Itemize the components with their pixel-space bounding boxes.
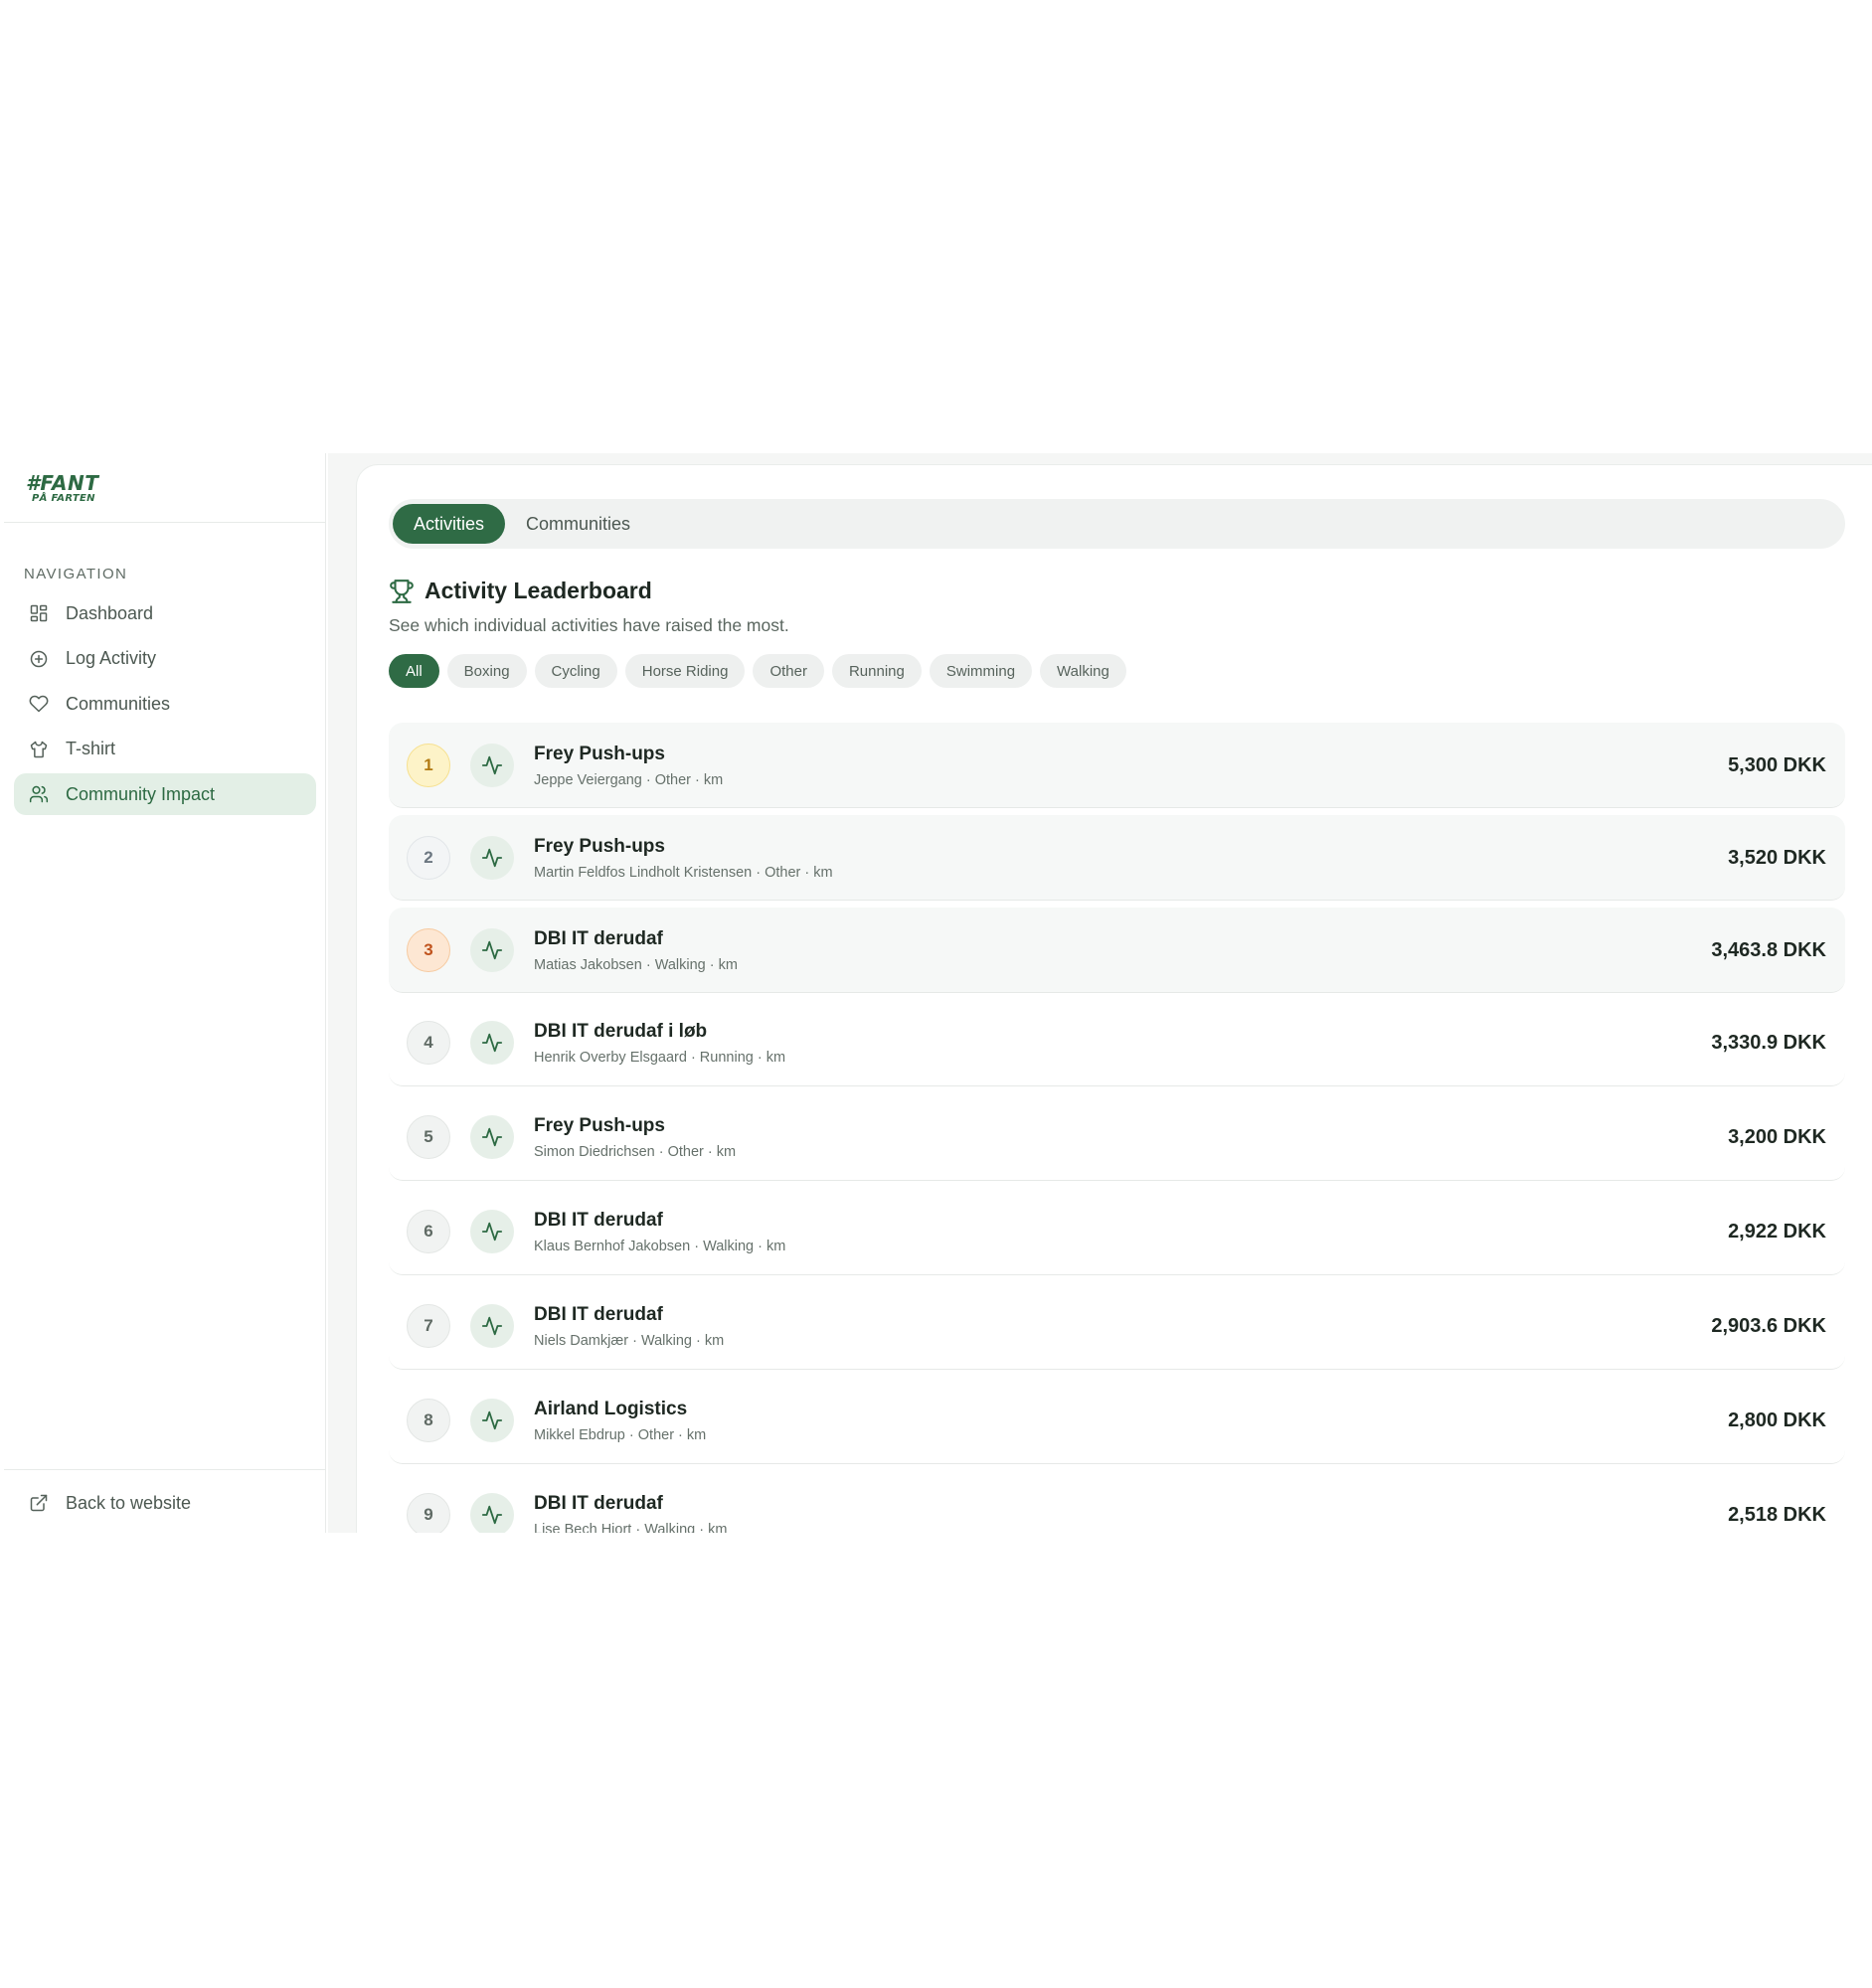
activity-amount: 2,800 DKK (1728, 1409, 1826, 1431)
activity-amount: 3,520 DKK (1728, 847, 1826, 869)
sidebar-item-label: Log Activity (66, 648, 157, 668)
activity-amount: 3,330.9 DKK (1711, 1032, 1826, 1054)
sidebar: #FANT PÅ FARTEN NAVIGATION Dashboard Log… (0, 453, 326, 1533)
sidebar-footer: Back to website (4, 1469, 326, 1533)
activity-icon (470, 1210, 514, 1253)
activity-title: DBI IT derudaf (534, 1493, 663, 1514)
activity-meta: Henrik Overby Elsgaard · Running · km (534, 1050, 786, 1066)
sidebar-item-communities[interactable]: Communities (14, 683, 316, 725)
activity-icon (470, 744, 514, 787)
activity-title: DBI IT derudaf i løb (534, 1021, 708, 1042)
logo-text: #FANT (26, 471, 99, 495)
shirt-icon (28, 739, 50, 760)
filter-chip-running[interactable]: Running (831, 654, 922, 688)
activity-title: Frey Push-ups (534, 1115, 665, 1136)
filter-chip-other[interactable]: Other (753, 654, 824, 688)
sidebar-item-community-impact[interactable]: Community Impact (14, 773, 316, 815)
leaderboard-row[interactable]: 5 Frey Push-ups Simon Diedrichsen · Othe… (389, 1094, 1845, 1181)
activity-amount: 2,922 DKK (1728, 1221, 1826, 1242)
activity-icon (470, 1115, 514, 1159)
dashboard-icon (28, 602, 50, 624)
activity-amount: 5,300 DKK (1728, 754, 1826, 776)
heart-icon (28, 693, 50, 715)
activity-title: Frey Push-ups (534, 744, 665, 764)
filter-chip-boxing[interactable]: Boxing (446, 654, 527, 688)
leaderboard-row[interactable]: 1 Frey Push-ups Jeppe Veiergang · Other … (389, 723, 1845, 808)
activity-icon (470, 1021, 514, 1065)
external-link-icon (28, 1492, 50, 1514)
activity-meta: Klaus Bernhof Jakobsen · Walking · km (534, 1239, 786, 1254)
nav-list: Dashboard Log Activity Communities T-shi… (14, 592, 316, 819)
logo-subtext: PÅ FARTEN (32, 493, 95, 504)
activity-meta: Martin Feldfos Lindholt Kristensen · Oth… (534, 865, 833, 881)
activity-title: DBI IT derudaf (534, 1210, 663, 1231)
plus-circle-icon (28, 648, 50, 670)
sidebar-item-log-activity[interactable]: Log Activity (14, 638, 316, 680)
activity-meta: Jeppe Veiergang · Other · km (534, 772, 724, 788)
users-icon (28, 783, 50, 805)
activity-icon (470, 1399, 514, 1442)
rank-badge: 6 (407, 1210, 450, 1253)
sidebar-item-label: Dashboard (66, 602, 154, 623)
rank-badge: 2 (407, 836, 450, 880)
filter-chip-all[interactable]: All (389, 654, 439, 688)
activity-amount: 3,463.8 DKK (1711, 939, 1826, 961)
filter-chip-swimming[interactable]: Swimming (929, 654, 1033, 688)
leaderboard-header: Activity Leaderboard (389, 578, 652, 604)
back-to-website-link[interactable]: Back to website (28, 1492, 191, 1514)
leaderboard-row[interactable]: 6 DBI IT derudaf Klaus Bernhof Jakobsen … (389, 1189, 1845, 1275)
leaderboard-row[interactable]: 3 DBI IT derudaf Matias Jakobsen · Walki… (389, 908, 1845, 993)
activity-icon (470, 1304, 514, 1348)
activity-meta: Simon Diedrichsen · Other · km (534, 1144, 737, 1160)
activity-meta: Matias Jakobsen · Walking · km (534, 957, 738, 973)
leaderboard-row[interactable]: 9 DBI IT derudaf Lise Bech Hjort · Walki… (389, 1472, 1845, 1533)
filter-chip-walking[interactable]: Walking (1040, 654, 1126, 688)
rank-badge: 9 (407, 1493, 450, 1533)
activity-icon (470, 928, 514, 972)
rank-badge: 1 (407, 744, 450, 787)
activity-title: Frey Push-ups (534, 836, 665, 857)
activity-meta: Lise Bech Hjort · Walking · km (534, 1522, 728, 1533)
tab-bar: Activities Communities (389, 499, 1845, 549)
rank-badge: 5 (407, 1115, 450, 1159)
rank-badge: 3 (407, 928, 450, 972)
activity-amount: 2,903.6 DKK (1711, 1315, 1826, 1337)
activity-title: DBI IT derudaf (534, 928, 663, 949)
activity-title: Airland Logistics (534, 1399, 688, 1419)
activity-icon (470, 836, 514, 880)
rank-badge: 8 (407, 1399, 450, 1442)
sidebar-item-label: Community Impact (66, 783, 216, 804)
rank-badge: 7 (407, 1304, 450, 1348)
trophy-icon (390, 579, 414, 603)
leaderboard-list: 1 Frey Push-ups Jeppe Veiergang · Other … (389, 723, 1845, 1533)
leaderboard-row[interactable]: 8 Airland Logistics Mikkel Ebdrup · Othe… (389, 1378, 1845, 1464)
leaderboard-row[interactable]: 2 Frey Push-ups Martin Feldfos Lindholt … (389, 815, 1845, 901)
activity-meta: Niels Damkjær · Walking · km (534, 1333, 725, 1349)
rank-badge: 4 (407, 1021, 450, 1065)
page-subtitle: See which individual activities have rai… (389, 615, 789, 635)
sidebar-item-t-shirt[interactable]: T-shirt (14, 729, 316, 770)
activity-title: DBI IT derudaf (534, 1304, 663, 1325)
activity-meta: Mikkel Ebdrup · Other · km (534, 1427, 707, 1443)
tab-communities[interactable]: Communities (505, 504, 651, 544)
filter-chips: All Boxing Cycling Horse Riding Other Ru… (389, 654, 1134, 688)
leaderboard-row[interactable]: 4 DBI IT derudaf i løb Henrik Overby Els… (389, 1000, 1845, 1086)
sidebar-item-label: Communities (66, 693, 171, 714)
activity-amount: 3,200 DKK (1728, 1126, 1826, 1148)
nav-heading: NAVIGATION (24, 566, 128, 582)
brand-logo[interactable]: #FANT PÅ FARTEN (26, 473, 105, 513)
sidebar-item-dashboard[interactable]: Dashboard (14, 592, 316, 634)
tab-activities[interactable]: Activities (393, 504, 506, 544)
main-panel: Activities Communities Activity Leaderbo… (356, 464, 1872, 1533)
filter-chip-horse-riding[interactable]: Horse Riding (624, 654, 746, 688)
back-to-website-label: Back to website (66, 1492, 192, 1513)
logo-area: #FANT PÅ FARTEN (4, 453, 326, 523)
activity-amount: 2,518 DKK (1728, 1504, 1826, 1526)
sidebar-item-label: T-shirt (66, 739, 116, 758)
page-title: Activity Leaderboard (425, 578, 652, 603)
app-window: #FANT PÅ FARTEN NAVIGATION Dashboard Log… (0, 453, 1872, 1533)
activity-icon (470, 1493, 514, 1533)
filter-chip-cycling[interactable]: Cycling (534, 654, 617, 688)
leaderboard-row[interactable]: 7 DBI IT derudaf Niels Damkjær · Walking… (389, 1283, 1845, 1370)
